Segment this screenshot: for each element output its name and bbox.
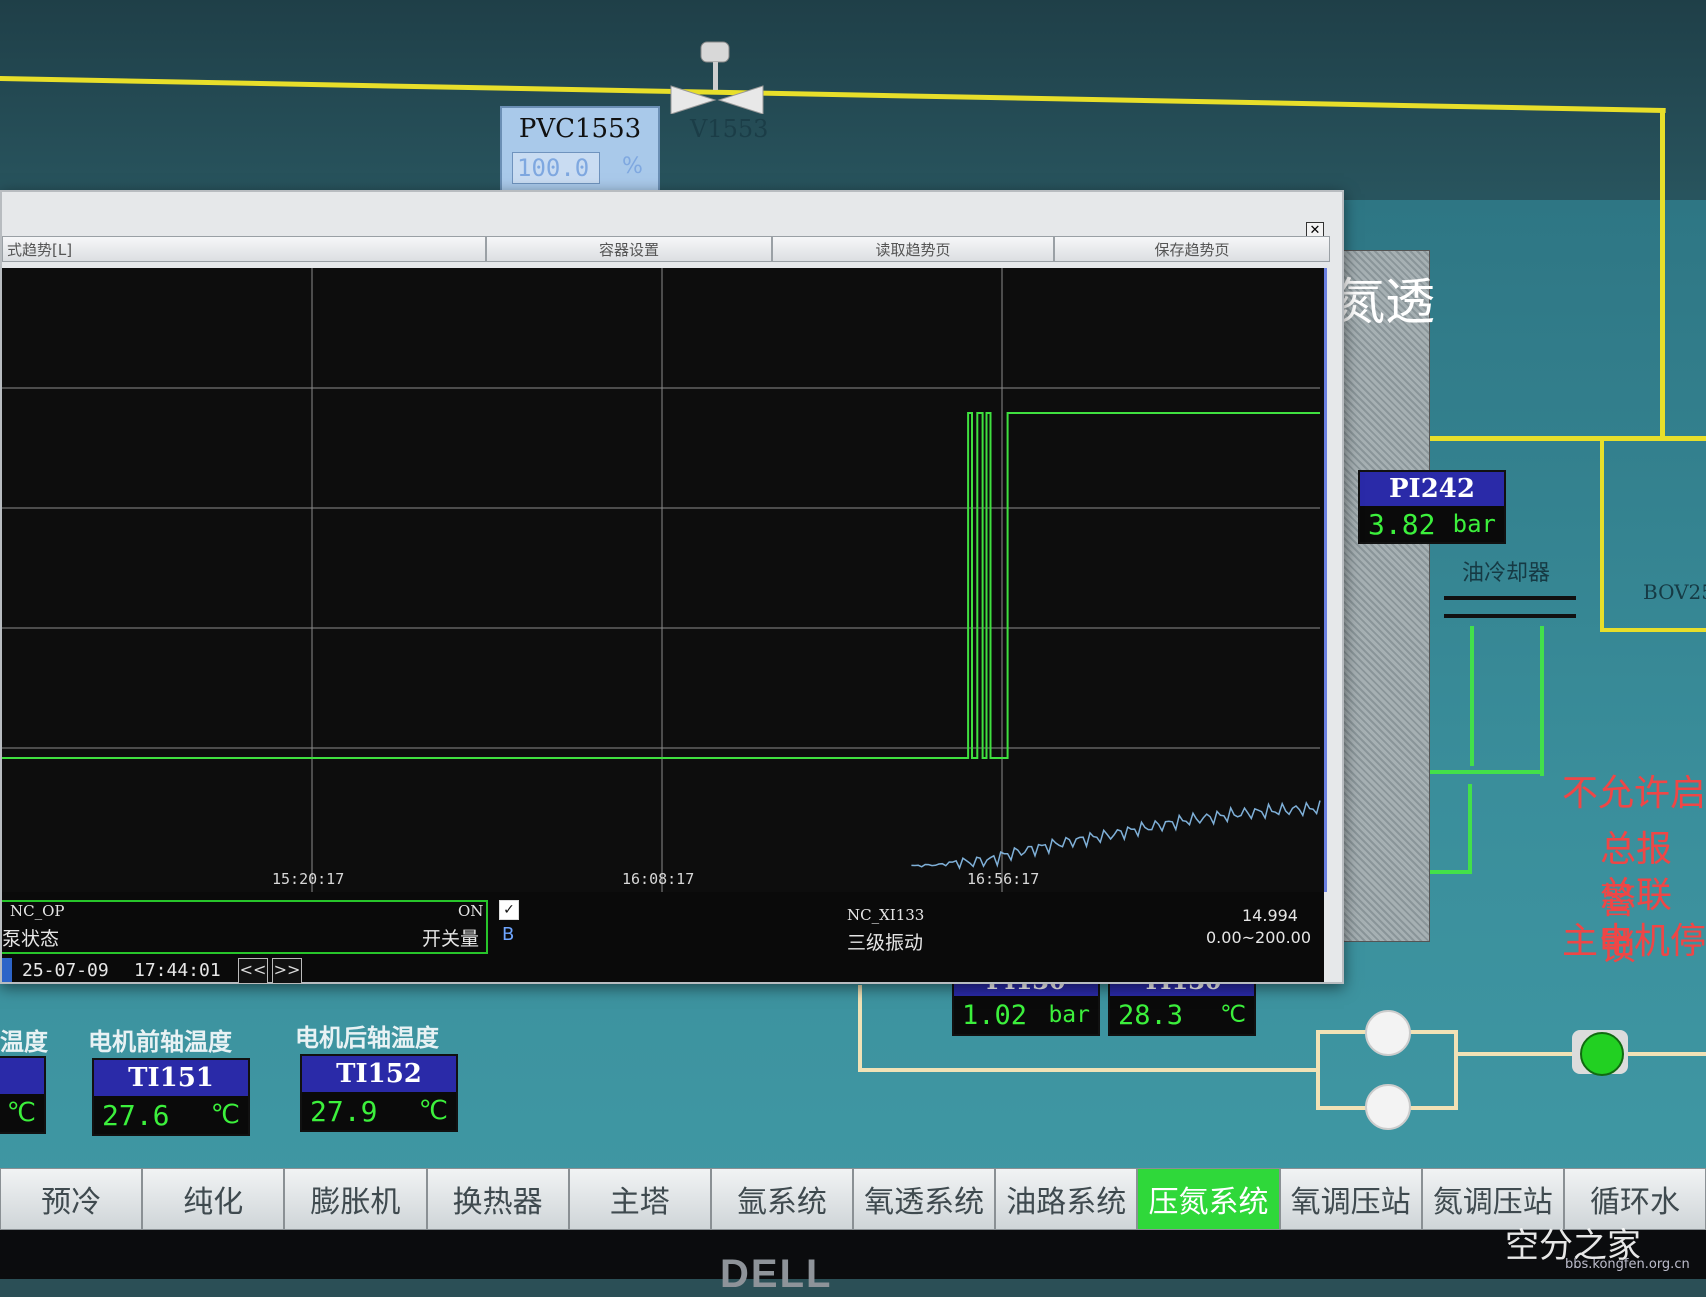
- nitrogen-compressor-label: 氮透: [1335, 273, 1435, 331]
- pipe-green-2: [1540, 626, 1544, 776]
- nav-tab[interactable]: 油路系统: [995, 1168, 1138, 1230]
- tag-unit: bar: [1048, 1002, 1090, 1028]
- trend-legend: NC_OP 泵状态 ON 开关量 ✓ B NC_XI133 三级振动 14.99…: [2, 892, 1324, 984]
- trend-plot: 15:20:17 16:08:17 16:56:17: [2, 268, 1321, 892]
- tag-value: 27.6: [102, 1098, 170, 1132]
- timestamp-time: 17:44:01: [134, 960, 221, 981]
- pvc-output-field[interactable]: 100.0: [512, 152, 600, 184]
- series-nc-xi133-line: [911, 800, 1321, 870]
- legend-pen-1-tag: NC_OP: [10, 902, 65, 920]
- legend-pen-1-desc: 泵状态: [2, 928, 60, 950]
- nav-tab[interactable]: 氩系统: [710, 1168, 854, 1230]
- container-settings-button[interactable]: 容器设置: [486, 236, 772, 262]
- pipe-bov-box-bottom: [1600, 628, 1706, 632]
- legend-pen-2-desc: 三级振动: [847, 932, 924, 954]
- x-tick-label-1: 16:08:17: [622, 870, 694, 888]
- nav-tab[interactable]: 压氮系统: [1137, 1168, 1280, 1230]
- alarm-line-4: 主电机停: [1562, 921, 1706, 962]
- monitor-bezel: [0, 1230, 1706, 1279]
- pvc1553-faceplate[interactable]: PVC1553 100.0 %: [500, 106, 660, 194]
- tag-value-row: 27.6 ℃: [94, 1096, 248, 1134]
- scroll-forward-button[interactable]: >>: [272, 958, 302, 984]
- oil-pump-2[interactable]: [1365, 1084, 1411, 1130]
- tag-value-row: 27.9 ℃: [302, 1092, 456, 1130]
- ti152-caption: 电机后轴温度: [295, 1024, 439, 1052]
- timestamp-date: 25-07-09: [22, 960, 109, 981]
- trend-chart[interactable]: 15:20:17 16:08:17 16:56:17: [2, 268, 1327, 892]
- nav-tab[interactable]: 换热器: [426, 1168, 569, 1230]
- running-indicator-icon[interactable]: [1580, 1032, 1624, 1076]
- tag-unit: ℃: [210, 1100, 240, 1130]
- load-trend-page-button[interactable]: 读取趋势页: [772, 236, 1054, 262]
- tag-value: 1.02: [962, 999, 1028, 1031]
- save-trend-page-button[interactable]: 保存趋势页: [1054, 236, 1330, 262]
- tag-ti152[interactable]: TI152 27.9 ℃: [300, 1054, 458, 1132]
- tag-ti151[interactable]: TI151 27.6 ℃: [92, 1058, 250, 1136]
- tag-value-row: 28.3 ℃: [1110, 996, 1254, 1034]
- trend-window[interactable]: ✕ 式趋势[L] 容器设置 读取趋势页 保存趋势页 15:20:17 16:08:…: [0, 190, 1344, 984]
- pipe-right-vertical: [1660, 110, 1665, 440]
- pipe-green-5: [1468, 784, 1472, 874]
- legend-pen-1-state: ON: [458, 902, 484, 920]
- pipe-green-1: [1470, 626, 1474, 766]
- legend-pen-2-value: 14.994: [1242, 906, 1298, 925]
- tag-unit: ℃: [418, 1096, 448, 1126]
- nav-tab[interactable]: 主塔: [568, 1168, 711, 1230]
- oil-cooler-symbol: [1444, 596, 1576, 600]
- pen-visible-checkbox[interactable]: ✓: [499, 900, 519, 920]
- valve-label: V1553: [690, 115, 769, 143]
- nav-tab[interactable]: 氧透系统: [853, 1168, 996, 1230]
- x-tick-label-0: 15:20:17: [272, 870, 344, 888]
- tag-unit: ℃: [1220, 1002, 1246, 1028]
- pipe-cream-1: [858, 1068, 1318, 1072]
- valve-v1553-icon[interactable]: [665, 38, 769, 114]
- tag-unit: bar: [1452, 510, 1496, 538]
- trend-toolbar: 式趋势[L] 容器设置 读取趋势页 保存趋势页: [2, 236, 1332, 262]
- pvc-name: PVC1553: [518, 114, 642, 144]
- nav-tab[interactable]: 纯化: [142, 1168, 285, 1230]
- partial-temp-caption: 温度: [0, 1028, 48, 1056]
- monitor-brand-logo: DELL: [720, 1252, 833, 1296]
- watermark-url: bbs.kongfen.org.cn: [1565, 1257, 1690, 1272]
- ti151-caption: 电机前轴温度: [88, 1028, 232, 1056]
- x-tick-label-2: 16:56:17: [967, 870, 1039, 888]
- tag-value-row: ℃: [0, 1094, 44, 1132]
- series-nc-op-line: [2, 412, 1320, 759]
- pen-axis-label: B: [502, 924, 515, 945]
- tag-name: TI152: [302, 1056, 456, 1092]
- tag-name: PI242: [1360, 472, 1504, 506]
- trend-mode-button[interactable]: 式趋势[L]: [2, 236, 486, 262]
- tag-partial[interactable]: ℃: [0, 1056, 46, 1134]
- legend-pen-2-tag: NC_XI133: [847, 906, 925, 924]
- pipe-cream-2: [858, 985, 862, 1071]
- oil-cooler-label: 油冷却器: [1462, 561, 1551, 586]
- tag-unit: ℃: [6, 1098, 36, 1128]
- oil-pump-1[interactable]: [1365, 1010, 1411, 1056]
- pipe-bov-box-left: [1600, 440, 1604, 630]
- tag-pi242[interactable]: PI242 3.82 bar: [1358, 470, 1506, 544]
- pvc-unit: %: [622, 154, 643, 179]
- legend-pen-1-type: 开关量: [422, 928, 480, 950]
- legend-pen-2-range: 0.00~200.00: [1206, 928, 1312, 947]
- pipe-cream-3: [1316, 1030, 1320, 1110]
- tag-value-row: 1.02 bar: [954, 996, 1098, 1034]
- tag-value: 28.3: [1118, 999, 1184, 1031]
- tag-value: 3.82: [1368, 507, 1436, 541]
- pipe-cream-6: [1454, 1030, 1458, 1110]
- tag-value: 27.9: [310, 1094, 378, 1128]
- time-cursor-icon[interactable]: [2, 958, 12, 982]
- system-nav-bar: 预冷 纯化 膨胀机 换热器 主塔 氩系统 氧透系统 油路系统 压氮系统 氧调压站 氮调压站 循环水: [0, 1168, 1706, 1230]
- tag-name-partial: [0, 1058, 44, 1094]
- nav-tab[interactable]: 膨胀机: [284, 1168, 427, 1230]
- nav-tab[interactable]: 氧调压站: [1279, 1168, 1422, 1230]
- tag-value-row: 3.82 bar: [1360, 506, 1504, 542]
- tag-name: TI151: [94, 1060, 248, 1096]
- alarm-line-1: 不允许启: [1562, 773, 1706, 814]
- scroll-back-button[interactable]: <<: [238, 958, 268, 984]
- oil-cooler-symbol-2: [1444, 614, 1576, 618]
- bov-label: BOV25: [1643, 580, 1706, 604]
- nav-tab[interactable]: 预冷: [0, 1168, 143, 1230]
- legend-pen-1[interactable]: [2, 900, 488, 954]
